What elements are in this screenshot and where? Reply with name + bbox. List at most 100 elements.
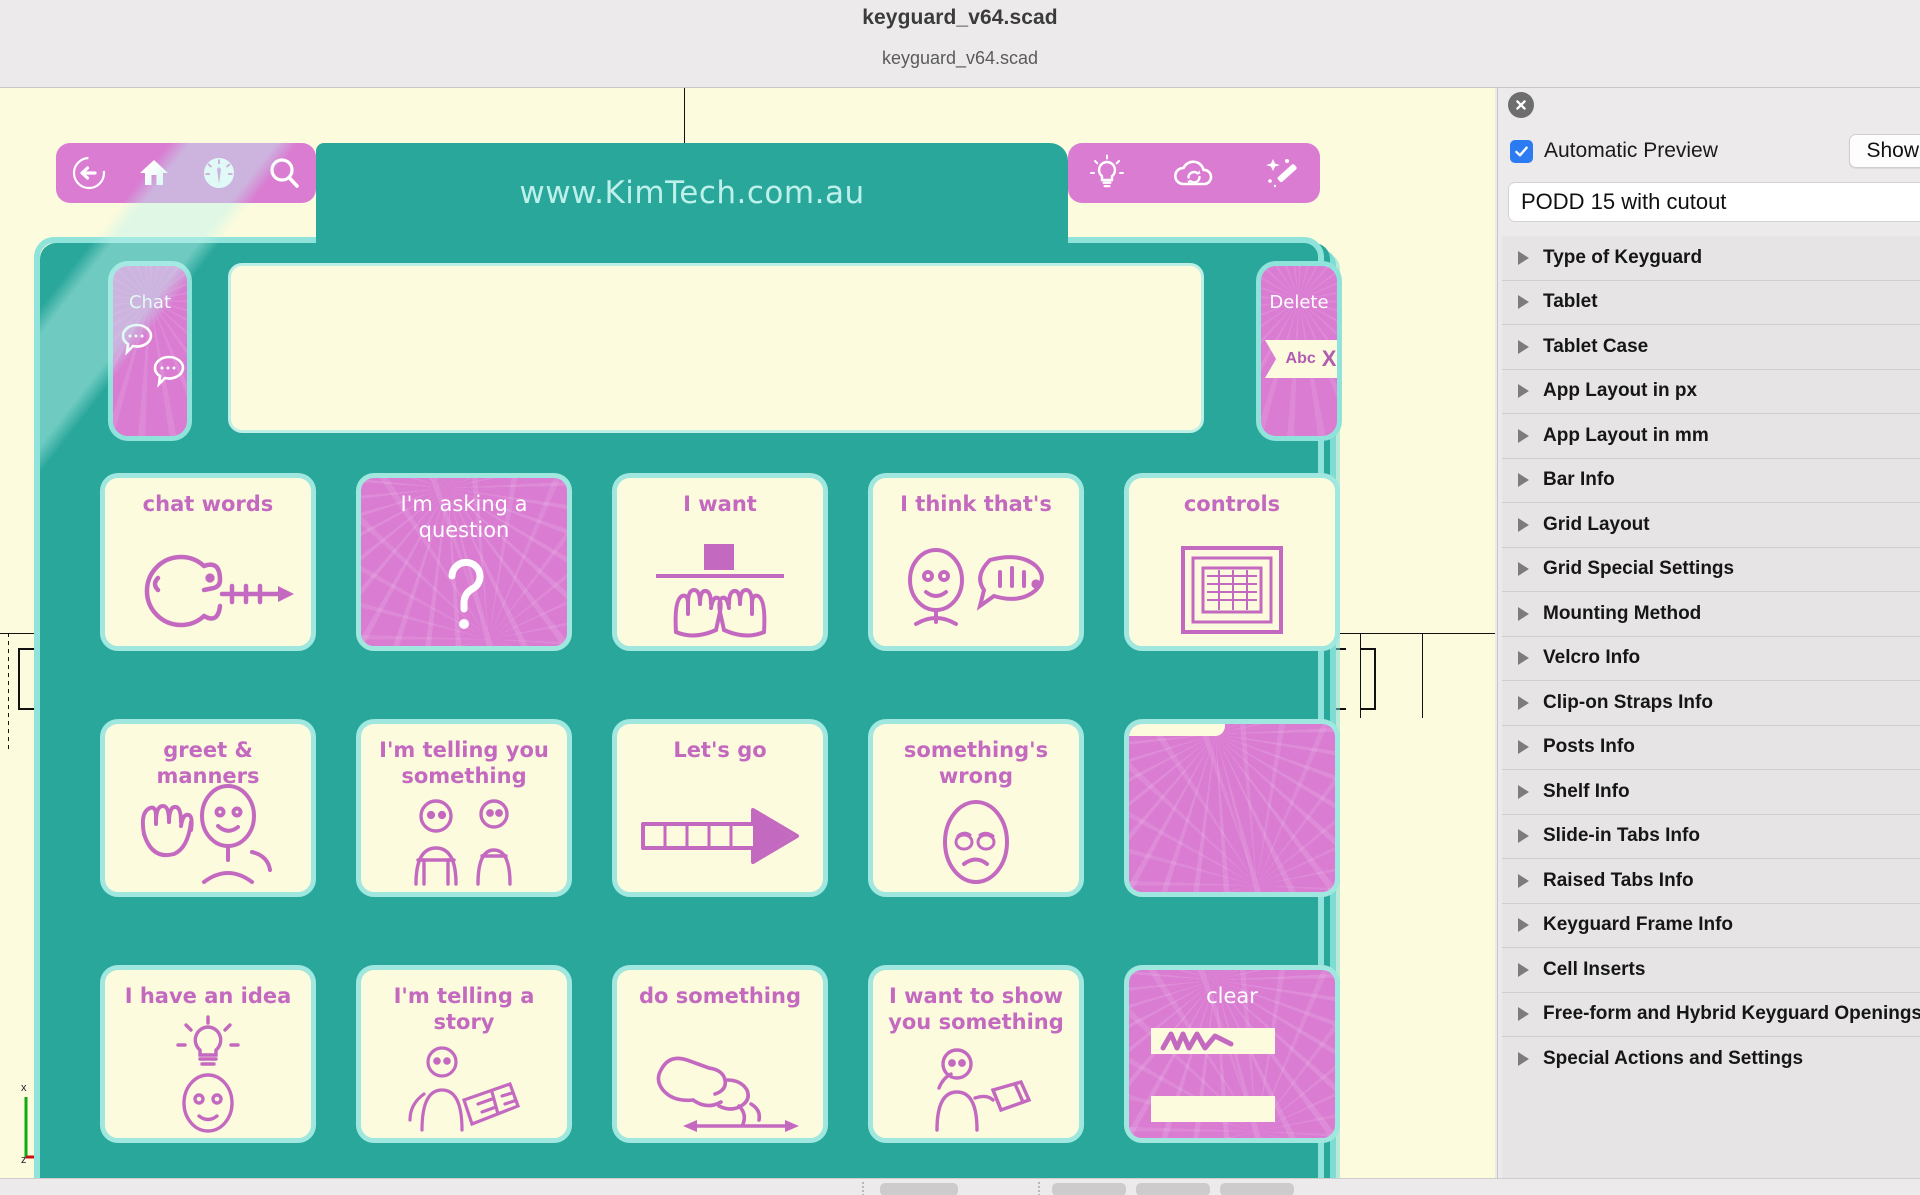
magic-wand-icon[interactable] [1261, 153, 1301, 193]
section-label: Shelf Info [1543, 780, 1630, 802]
cell-art [617, 540, 823, 640]
cell-art [873, 1048, 1079, 1132]
delete-button[interactable]: Delete Abc X [1256, 261, 1342, 441]
message-bar[interactable] [228, 263, 1204, 433]
section-grid-layout[interactable]: Grid Layout [1502, 503, 1920, 548]
url-text: www.KimTech.com.au [519, 175, 865, 211]
section-tablet[interactable]: Tablet [1502, 280, 1920, 325]
section-mounting-method[interactable]: Mounting Method [1502, 592, 1920, 637]
grid-cell[interactable]: chat words [100, 473, 316, 651]
grid-cell[interactable]: greet & manners [100, 719, 316, 897]
lightbulb-head-icon [176, 1015, 240, 1133]
automatic-preview-checkbox[interactable] [1510, 139, 1533, 163]
chevron-right-icon [1518, 829, 1529, 844]
section-label: Slide-in Tabs Info [1543, 825, 1700, 847]
section-special-actions-and-settings[interactable]: Special Actions and Settings [1502, 1037, 1920, 1082]
grid-cell[interactable]: something's wrong [868, 719, 1084, 897]
section-bar-info[interactable]: Bar Info [1502, 458, 1920, 503]
section-slide-in-tabs-info[interactable]: Slide-in Tabs Info [1502, 814, 1920, 859]
cell-label: I'm telling a story [393, 984, 535, 1034]
keyguard-grid: chat words I'm asking a question I want … [100, 473, 1340, 1143]
section-cell-inserts[interactable]: Cell Inserts [1502, 948, 1920, 993]
cell-art [361, 1046, 567, 1132]
customizer-panel: Automatic Preview Show D PODD 15 with cu… [1497, 88, 1920, 1195]
chevron-right-icon [1518, 428, 1529, 443]
cell-label: Let's go [673, 738, 767, 762]
home-icon[interactable] [134, 153, 174, 193]
toolbar-button[interactable] [1136, 1183, 1210, 1195]
grid-cell[interactable] [1124, 719, 1340, 897]
section-velcro-info[interactable]: Velcro Info [1502, 636, 1920, 681]
grid-cell[interactable]: Let's go [612, 719, 828, 897]
close-icon[interactable] [1508, 92, 1534, 118]
section-keyguard-frame-info[interactable]: Keyguard Frame Info [1502, 903, 1920, 948]
keypad-icon [1181, 546, 1283, 634]
section-posts-info[interactable]: Posts Info [1502, 725, 1920, 770]
url-bar: www.KimTech.com.au [316, 143, 1068, 243]
section-label: Posts Info [1543, 736, 1635, 758]
svg-text:z: z [21, 1154, 27, 1163]
section-type-of-keyguard[interactable]: Type of Keyguard [1502, 236, 1920, 281]
section-app-layout-mm[interactable]: App Layout in mm [1502, 414, 1920, 459]
toolbar-button[interactable] [1052, 1183, 1126, 1195]
toolbar-button[interactable] [880, 1183, 958, 1195]
svg-text:x: x [21, 1082, 27, 1094]
section-label: Grid Special Settings [1543, 558, 1735, 580]
grid-cell[interactable]: I'm telling you something [356, 719, 572, 897]
lightbulb-icon[interactable] [1087, 153, 1127, 193]
grid-cell[interactable]: I think that's [868, 473, 1084, 651]
cloud-sync-icon[interactable] [1166, 153, 1222, 193]
back-arrow-icon[interactable] [69, 153, 109, 193]
cell-label: I have an idea [124, 984, 292, 1008]
section-clip-on-straps-info[interactable]: Clip-on Straps Info [1502, 681, 1920, 726]
two-people-icon [414, 799, 512, 886]
speedometer-icon[interactable] [199, 153, 239, 193]
toolbar-button[interactable] [1220, 1183, 1294, 1195]
window-title: keyguard_v64.scad [862, 6, 1058, 29]
guide-dotted-left [8, 633, 9, 753]
section-label: Clip-on Straps Info [1543, 691, 1713, 713]
clear-row-2 [1151, 1096, 1275, 1122]
section-tablet-case[interactable]: Tablet Case [1502, 325, 1920, 370]
cell-label: clear [1206, 984, 1258, 1008]
keyguard-model[interactable]: www.KimTech.com.au Chat Delete Abc X cha… [34, 143, 1342, 1178]
grid-cell[interactable]: I have an idea [100, 965, 316, 1143]
grid-cell[interactable]: I want to show you something [868, 965, 1084, 1143]
chevron-right-icon [1518, 339, 1529, 354]
reading-book-icon [408, 1046, 521, 1132]
chevron-right-icon [1518, 695, 1529, 710]
close-x-glyph [1516, 100, 1526, 110]
grid-cell[interactable]: controls [1124, 473, 1340, 651]
chevron-right-icon [1518, 962, 1529, 977]
chevron-right-icon [1518, 651, 1529, 666]
section-shelf-info[interactable]: Shelf Info [1502, 770, 1920, 815]
cell-art [873, 540, 1079, 640]
chevron-right-icon [1518, 384, 1529, 399]
chat-button[interactable]: Chat [108, 261, 192, 441]
preview-viewport[interactable]: x z x www.KimTech.com.au [0, 88, 1495, 1178]
folder-tab [1129, 724, 1225, 736]
section-free-form-hybrid-openings[interactable]: Free-form and Hybrid Keyguard Openings [1502, 992, 1920, 1037]
nav-left-toolbar[interactable] [56, 143, 316, 203]
grid-cell[interactable]: clear [1124, 965, 1340, 1143]
show-details-button[interactable]: Show D [1849, 134, 1920, 168]
section-label: App Layout in px [1543, 380, 1698, 402]
chevron-right-icon [1518, 250, 1529, 265]
nav-right-toolbar[interactable] [1068, 143, 1320, 203]
search-icon[interactable] [264, 153, 304, 193]
section-grid-special-settings[interactable]: Grid Special Settings [1502, 547, 1920, 592]
section-label: Free-form and Hybrid Keyguard Openings [1543, 1003, 1920, 1025]
section-raised-tabs-info[interactable]: Raised Tabs Info [1502, 859, 1920, 904]
section-label: Type of Keyguard [1543, 246, 1703, 268]
grid-cell[interactable]: I'm asking a question [356, 473, 572, 651]
grid-cell[interactable]: do something [612, 965, 828, 1143]
chevron-right-icon [1518, 873, 1529, 888]
scribble-clear-icon [1160, 1031, 1234, 1051]
grid-cell[interactable]: I want [612, 473, 828, 651]
section-label: Special Actions and Settings [1543, 1047, 1804, 1069]
section-app-layout-px[interactable]: App Layout in px [1502, 369, 1920, 414]
arrow-right-icon [641, 808, 799, 864]
preset-name-field[interactable]: PODD 15 with cutout [1508, 182, 1920, 222]
section-label: App Layout in mm [1543, 424, 1709, 446]
grid-cell[interactable]: I'm telling a story [356, 965, 572, 1143]
